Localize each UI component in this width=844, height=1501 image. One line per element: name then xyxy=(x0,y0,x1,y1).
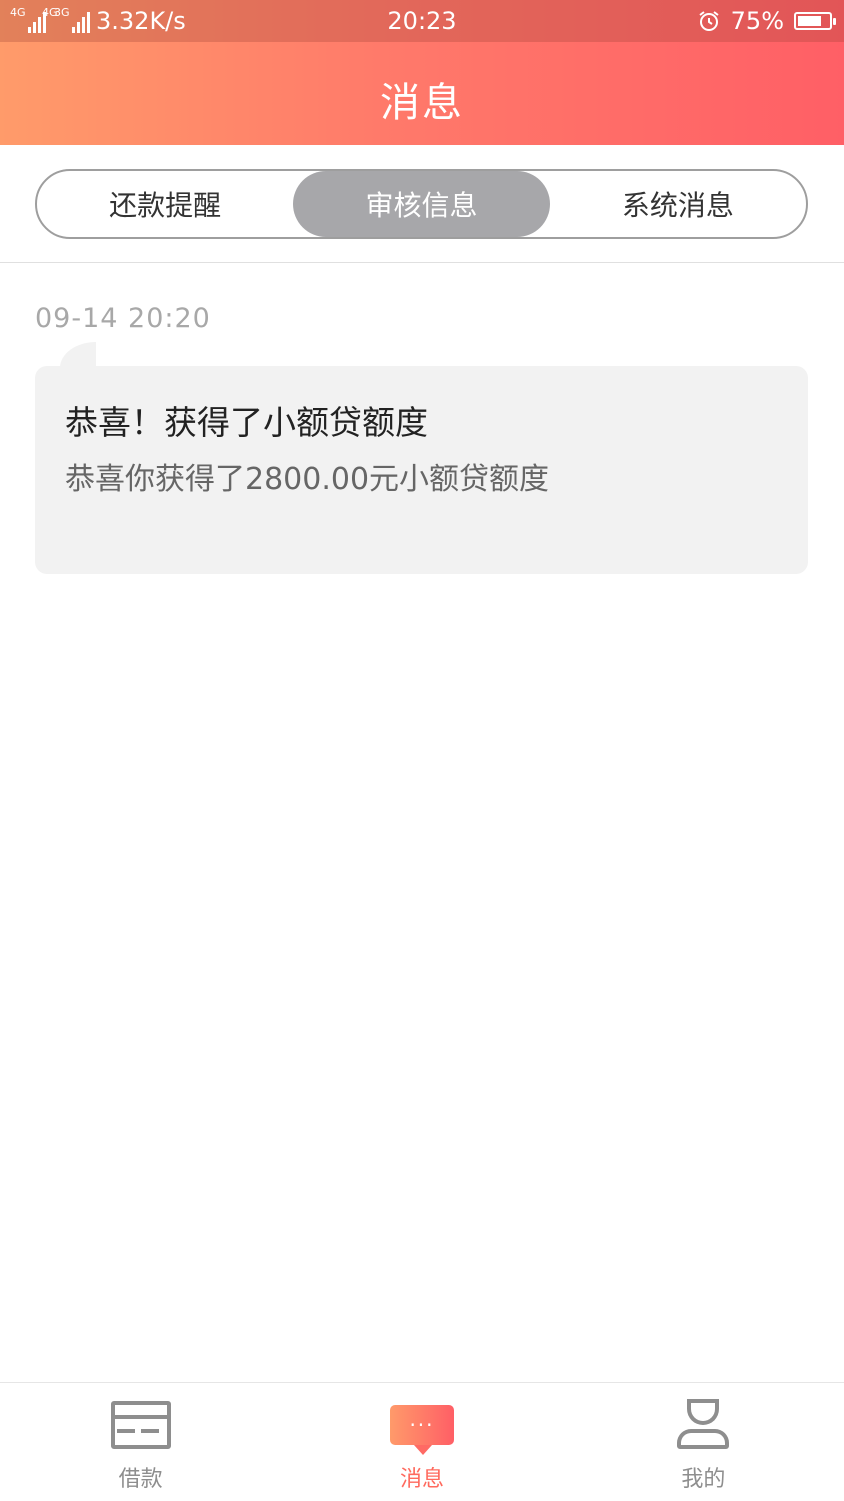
nav-item-messages[interactable]: ··· 消息 xyxy=(281,1383,562,1501)
message-title: 恭喜！获得了小额贷额度 xyxy=(65,403,428,442)
battery-percent: 75% xyxy=(730,7,784,35)
chat-bubble-icon: ··· xyxy=(389,1399,454,1455)
battery-icon xyxy=(794,12,836,30)
message-timestamp: 09-14 20:20 xyxy=(35,303,211,334)
bottom-nav: 借款 ··· 消息 我的 xyxy=(0,1382,844,1501)
message-bubble[interactable]: 恭喜！获得了小额贷额度 恭喜你获得了2800.00元小额贷额度 xyxy=(35,366,808,574)
divider xyxy=(0,262,844,263)
alarm-clock-icon xyxy=(699,11,719,31)
bubble-tail xyxy=(60,342,96,368)
status-bar: 4G 4G 3G 3.32K/s 20:23 75% xyxy=(0,0,844,42)
tab-review-info[interactable]: 审核信息 xyxy=(293,171,550,237)
tab-system-messages[interactable]: 系统消息 xyxy=(550,171,806,237)
nav-label-mine: 我的 xyxy=(681,1467,726,1492)
status-right: 75% xyxy=(697,7,836,35)
message-body: 恭喜你获得了2800.00元小额贷额度 xyxy=(65,462,550,497)
nav-label-loan: 借款 xyxy=(118,1467,163,1492)
tab-repayment-reminder[interactable]: 还款提醒 xyxy=(37,171,293,237)
person-icon xyxy=(671,1399,735,1455)
nav-item-mine[interactable]: 我的 xyxy=(563,1383,844,1501)
nav-label-messages: 消息 xyxy=(399,1467,444,1492)
header: 4G 4G 3G 3.32K/s 20:23 75% 消息 xyxy=(0,0,844,145)
page-title: 消息 xyxy=(380,80,464,126)
nav-item-loan[interactable]: 借款 xyxy=(0,1383,281,1501)
segmented-tabs: 还款提醒 审核信息 系统消息 xyxy=(35,169,808,239)
wallet-icon xyxy=(109,1399,173,1455)
